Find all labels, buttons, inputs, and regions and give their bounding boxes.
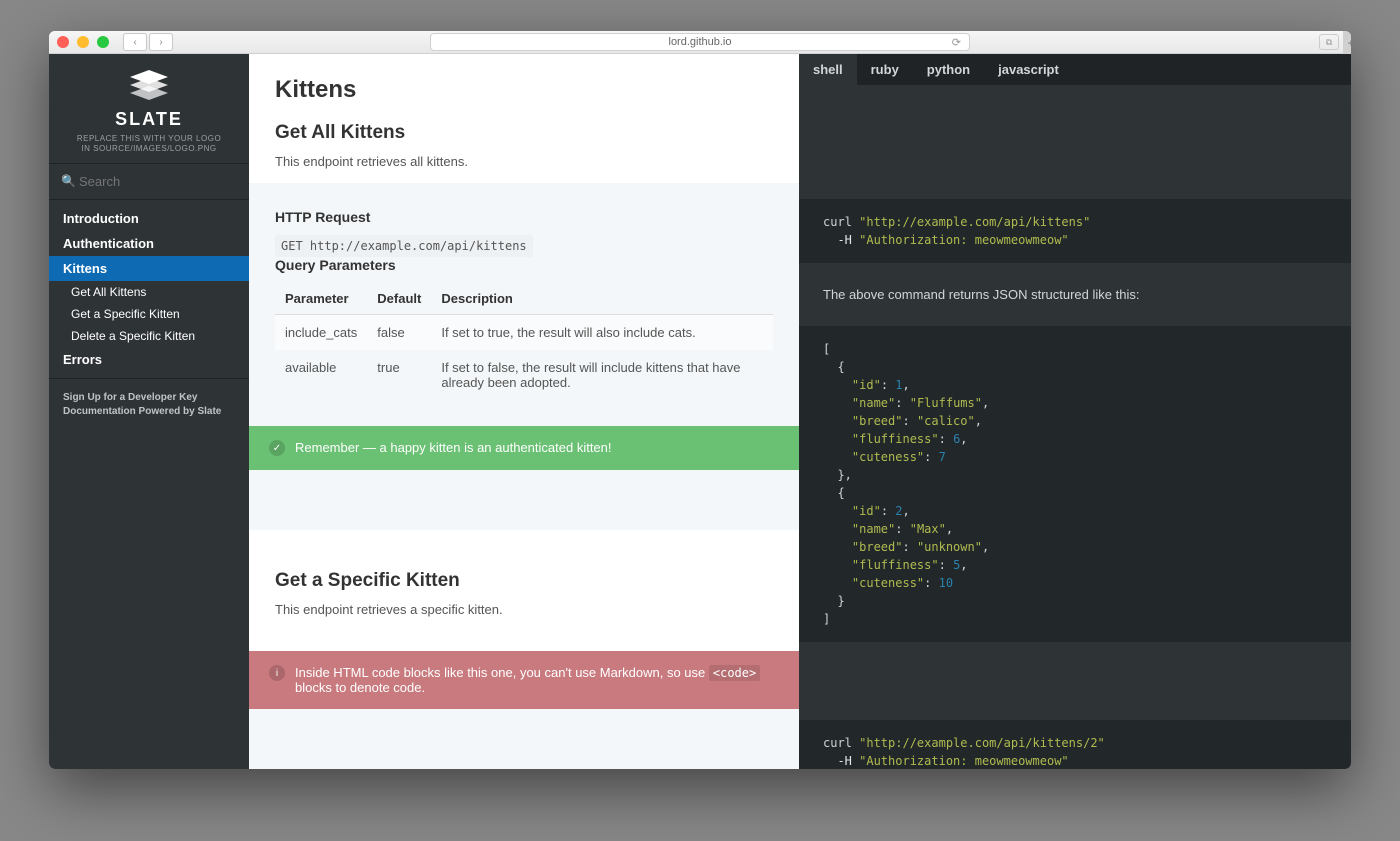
query-params-table: Parameter Default Description include_ca… bbox=[275, 283, 773, 400]
th-description: Description bbox=[431, 283, 773, 315]
reload-icon[interactable]: ⟳ bbox=[952, 36, 961, 49]
tab-python[interactable]: python bbox=[913, 54, 984, 85]
traffic-lights bbox=[57, 36, 109, 48]
logo-block: SLATE REPLACE THIS WITH YOUR LOGO IN SOU… bbox=[49, 54, 249, 163]
nav-list: Introduction Authentication Kittens Get … bbox=[49, 200, 249, 378]
sidebar-footer: Sign Up for a Developer Key Documentatio… bbox=[49, 378, 249, 430]
nav-errors[interactable]: Errors bbox=[49, 347, 249, 372]
tab-javascript[interactable]: javascript bbox=[984, 54, 1073, 85]
section-desc-2: This endpoint retrieves a specific kitte… bbox=[275, 602, 773, 617]
section-get-specific-kitten: Get a Specific Kitten bbox=[275, 570, 773, 592]
slate-logo-icon bbox=[128, 70, 170, 100]
url-text: lord.github.io bbox=[669, 36, 732, 48]
footer-powered-link[interactable]: Documentation Powered by Slate bbox=[63, 406, 235, 417]
tab-ruby[interactable]: ruby bbox=[857, 54, 913, 85]
nav-introduction[interactable]: Introduction bbox=[49, 206, 249, 231]
subnav-delete-specific-kitten[interactable]: Delete a Specific Kitten bbox=[49, 325, 249, 347]
table-row: include_cats false If set to true, the r… bbox=[275, 315, 773, 351]
sidebar: SLATE REPLACE THIS WITH YOUR LOGO IN SOU… bbox=[49, 54, 249, 769]
curl-block-1: curl "http://example.com/api/kittens" -H… bbox=[799, 199, 1351, 263]
http-request-code: GET http://example.com/api/kittens bbox=[275, 235, 533, 257]
search-input[interactable] bbox=[61, 170, 237, 193]
nav-buttons: ‹ › bbox=[123, 33, 173, 51]
search-icon: 🔍 bbox=[61, 174, 76, 188]
notice-text: Remember — a happy kitten is an authenti… bbox=[295, 440, 612, 455]
code-pane: shell ruby python javascript curl "http:… bbox=[799, 54, 1351, 769]
notice-text-2: Inside HTML code blocks like this one, y… bbox=[295, 665, 779, 695]
code-caption-1: The above command returns JSON structure… bbox=[799, 277, 1351, 312]
titlebar: ‹ › lord.github.io ⟳ ⧉ bbox=[49, 31, 1351, 54]
info-icon: i bbox=[269, 665, 285, 681]
doc-pane: Kittens Get All Kittens This endpoint re… bbox=[249, 54, 799, 769]
warning-notice: i Inside HTML code blocks like this one,… bbox=[249, 651, 799, 709]
table-row: available true If set to false, the resu… bbox=[275, 350, 773, 400]
query-params-heading: Query Parameters bbox=[275, 257, 773, 273]
http-request-heading: HTTP Request bbox=[275, 209, 773, 225]
browser-window: ‹ › lord.github.io ⟳ ⧉ + SLATE bbox=[49, 31, 1351, 769]
subnav-get-specific-kitten[interactable]: Get a Specific Kitten bbox=[49, 303, 249, 325]
section-desc: This endpoint retrieves all kittens. bbox=[275, 154, 773, 169]
tab-shell[interactable]: shell bbox=[799, 54, 857, 85]
forward-button[interactable]: › bbox=[149, 33, 173, 51]
search-wrap: 🔍 bbox=[49, 163, 249, 200]
th-default: Default bbox=[367, 283, 431, 315]
footer-signup-link[interactable]: Sign Up for a Developer Key bbox=[63, 392, 235, 403]
success-notice: ✓ Remember — a happy kitten is an authen… bbox=[249, 426, 799, 470]
url-bar[interactable]: lord.github.io ⟳ bbox=[430, 33, 970, 51]
subnav-get-all-kittens[interactable]: Get All Kittens bbox=[49, 281, 249, 303]
back-button[interactable]: ‹ bbox=[123, 33, 147, 51]
tagline: REPLACE THIS WITH YOUR LOGO IN SOURCE/IM… bbox=[59, 134, 239, 155]
section-get-all-kittens: Get All Kittens bbox=[275, 122, 773, 144]
close-icon[interactable] bbox=[57, 36, 69, 48]
nav-authentication[interactable]: Authentication bbox=[49, 231, 249, 256]
minimize-icon[interactable] bbox=[77, 36, 89, 48]
zoom-icon[interactable] bbox=[97, 36, 109, 48]
page-title: Kittens bbox=[275, 76, 773, 104]
new-tab-button[interactable]: + bbox=[1343, 31, 1351, 54]
th-parameter: Parameter bbox=[275, 283, 367, 315]
brand-name: SLATE bbox=[59, 109, 239, 130]
nav-kittens[interactable]: Kittens bbox=[49, 256, 249, 281]
json-block-1: [ { "id": 1, "name": "Fluffums", "breed"… bbox=[799, 326, 1351, 642]
tabs-button[interactable]: ⧉ bbox=[1319, 34, 1339, 50]
curl-block-2: curl "http://example.com/api/kittens/2" … bbox=[799, 720, 1351, 769]
check-icon: ✓ bbox=[269, 440, 285, 456]
lang-tabs: shell ruby python javascript bbox=[799, 54, 1351, 85]
